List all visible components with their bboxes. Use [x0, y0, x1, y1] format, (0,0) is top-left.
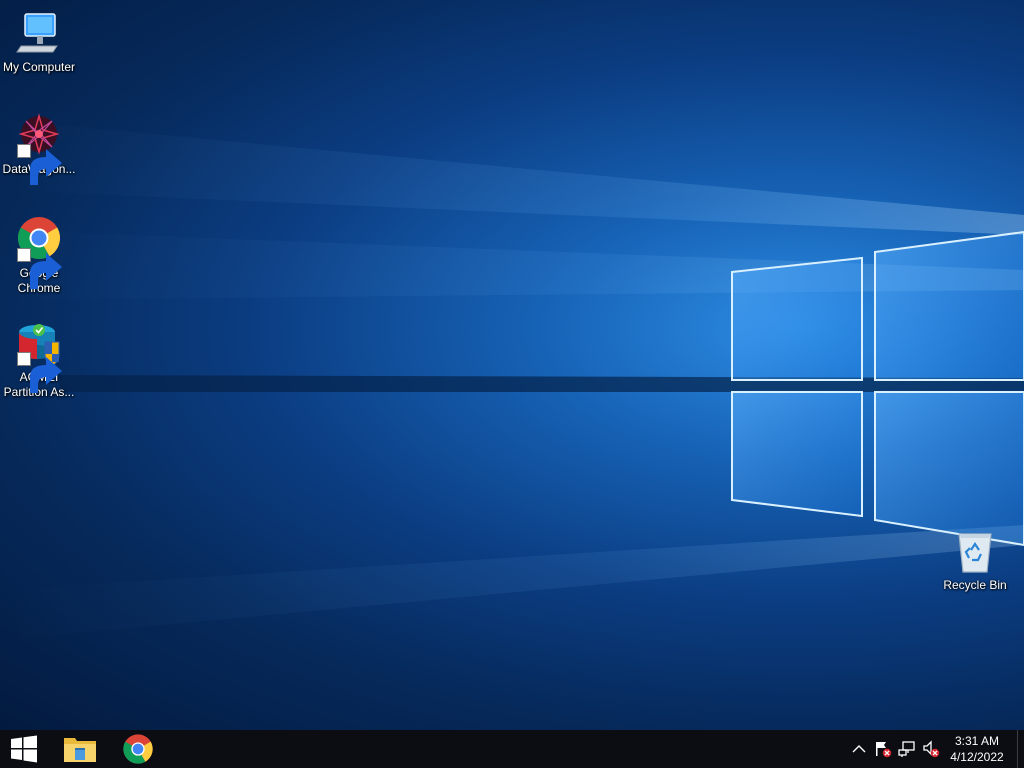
volume-button[interactable] [919, 730, 943, 768]
desktop-icon-datawagon[interactable]: DataWagon... [1, 112, 77, 185]
chrome-icon [123, 734, 153, 764]
action-center-flag-icon [876, 742, 892, 758]
chrome-icon [15, 216, 63, 289]
windows-wallpaper [0, 120, 1024, 640]
clock-date: 4/12/2022 [950, 750, 1004, 764]
recycle-bin-icon [951, 528, 999, 576]
desktop[interactable]: My Computer DataWagon... [0, 0, 1024, 730]
shortcut-arrow-icon [17, 352, 62, 393]
taskbar-file-explorer[interactable] [56, 730, 104, 768]
datawagon-icon [15, 112, 63, 185]
clock-time: 3:31 AM [954, 734, 1000, 748]
desktop-icon-my-computer[interactable]: My Computer [1, 10, 77, 75]
desktop-icon-aomei-partition-assistant[interactable]: AOMEI Partition As... [1, 320, 77, 400]
system-tray: 3:31 AM 4/12/2022 [847, 730, 1024, 768]
network-button[interactable] [895, 730, 919, 768]
windows-start-icon [11, 735, 37, 763]
desktop-icon-google-chrome[interactable]: Google Chrome [1, 216, 77, 296]
network-icon [898, 741, 915, 757]
start-button[interactable] [0, 730, 48, 768]
desktop-icon-label: Recycle Bin [943, 578, 1007, 592]
my-computer-icon [15, 10, 63, 58]
file-explorer-icon [64, 738, 96, 762]
shortcut-arrow-icon [17, 248, 62, 289]
desktop-icon-label: My Computer [2, 60, 76, 74]
show-desktop-button[interactable] [1017, 730, 1024, 768]
speaker-muted-icon [923, 740, 940, 758]
shortcut-arrow-icon [17, 144, 62, 185]
show-hidden-icons-button[interactable] [847, 730, 871, 768]
chevron-up-icon [852, 745, 866, 753]
action-center-flag-button[interactable] [871, 730, 895, 768]
aomei-partition-assistant-icon [15, 320, 63, 393]
taskbar-clock[interactable]: 3:31 AM 4/12/2022 [943, 733, 1017, 765]
taskbar-google-chrome[interactable] [114, 730, 162, 768]
desktop-icon-recycle-bin[interactable]: Recycle Bin [937, 528, 1013, 593]
taskbar: 3:31 AM 4/12/2022 [0, 730, 1024, 768]
